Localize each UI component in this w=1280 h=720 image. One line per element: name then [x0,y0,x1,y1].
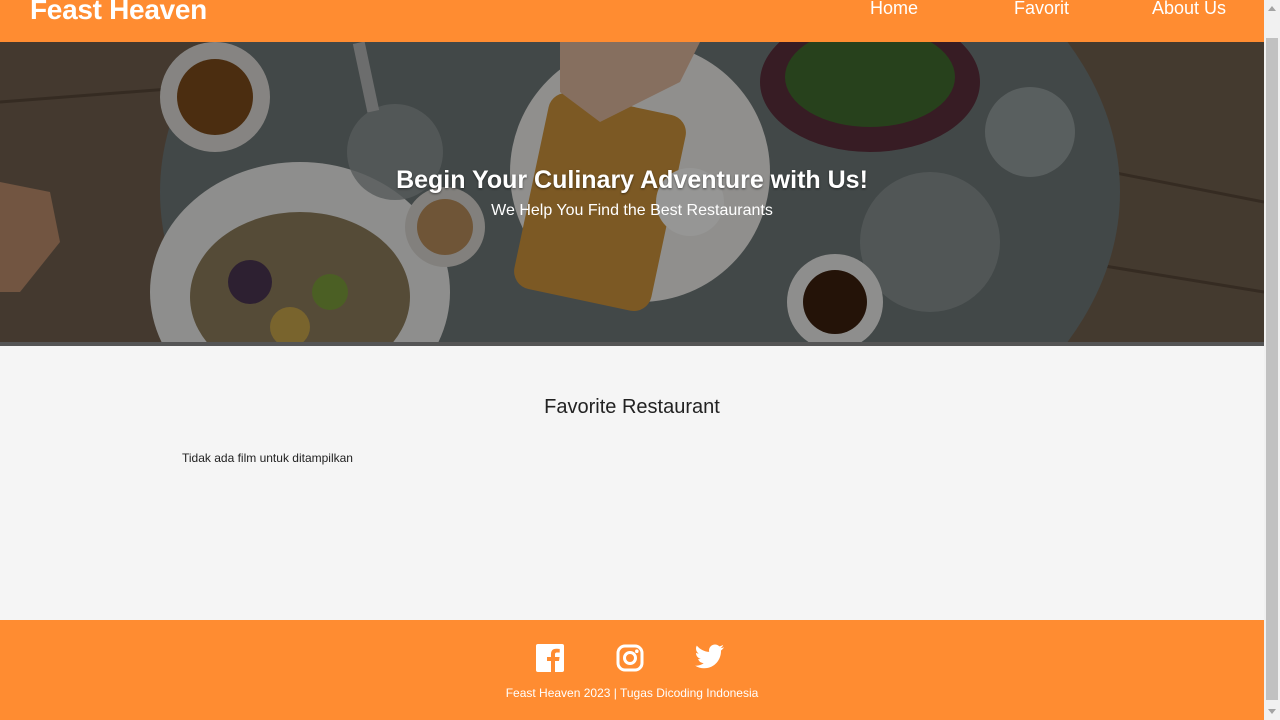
scroll-up-arrow-icon[interactable] [1264,0,1280,17]
instagram-icon[interactable] [616,644,646,674]
app-footer: Feast Heaven 2023 | Tugas Dicoding Indon… [0,620,1264,720]
social-links [0,644,1264,674]
hero-title: Begin Your Culinary Adventure with Us! [396,166,868,194]
twitter-icon[interactable] [694,644,725,674]
page: Feast Heaven Home Favorit About Us Begin… [0,0,1264,720]
scrollbar-thumb[interactable] [1266,38,1278,700]
hero-divider [0,342,1264,346]
facebook-icon[interactable] [536,644,566,674]
nav-about-us-link[interactable]: About Us [1152,0,1226,19]
nav-home-link[interactable]: Home [870,0,918,19]
favorite-section-title: Favorite Restaurant [544,396,720,418]
app-header: Feast Heaven Home Favorit About Us [0,0,1264,42]
scroll-down-arrow-icon[interactable] [1264,703,1280,720]
empty-state-message: Tidak ada film untuk ditampilkan [182,451,353,465]
footer-copyright: Feast Heaven 2023 | Tugas Dicoding Indon… [505,686,759,700]
main-nav: Home Favorit About Us [0,0,1264,42]
hero-subtitle: We Help You Find the Best Restaurants [491,202,773,219]
nav-favorit-link[interactable]: Favorit [1014,0,1069,19]
page-scrollbar[interactable] [1264,0,1280,720]
hero-banner: Begin Your Culinary Adventure with Us! W… [0,42,1264,342]
